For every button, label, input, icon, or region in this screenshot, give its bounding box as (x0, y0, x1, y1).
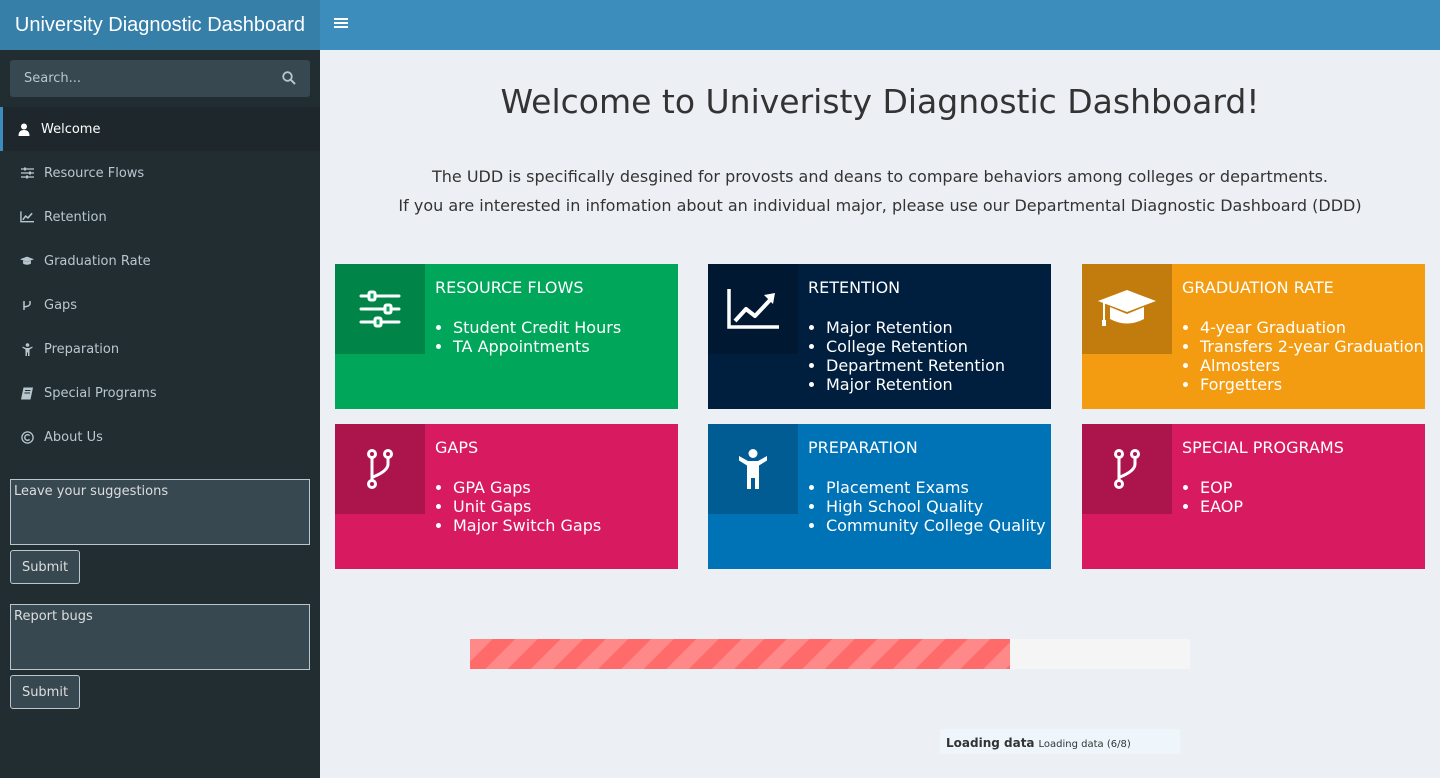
line-chart-icon (708, 264, 798, 354)
list-item: Placement Exams (826, 478, 1046, 497)
list-item: College Retention (826, 337, 1005, 356)
card-title: Graduation Rate (1182, 278, 1334, 297)
sliders-icon (20, 166, 34, 180)
list-item: 4-year Graduation (1200, 318, 1424, 337)
list-item: Major Retention (826, 318, 1005, 337)
list-item: Major Switch Gaps (453, 516, 601, 535)
line-chart-icon (20, 210, 34, 224)
card-retention[interactable]: Retention Major Retention College Retent… (708, 264, 1051, 409)
card-title: Resource Flows (435, 278, 584, 297)
submit-suggestions-button[interactable]: Submit (10, 550, 80, 584)
child-icon (20, 342, 34, 356)
list-item: Unit Gaps (453, 497, 601, 516)
list-item: Transfers 2-year Graduation (1200, 337, 1424, 356)
suggestions-textarea[interactable] (10, 479, 310, 545)
sidebar-item-about-us[interactable]: About Us (0, 415, 320, 459)
search-icon[interactable] (282, 71, 296, 85)
page-title: Welcome to Univeristy Diagnostic Dashboa… (500, 82, 1260, 121)
card-list: Major Retention College Retention Depart… (826, 318, 1005, 394)
card-gaps[interactable]: Gaps GPA Gaps Unit Gaps Major Switch Gap… (335, 424, 678, 569)
list-item: Major Retention (826, 375, 1005, 394)
intro-text: The UDD is specifically desgined for pro… (320, 162, 1440, 220)
code-fork-icon (20, 298, 34, 312)
search-box (10, 60, 310, 97)
loading-detail: Loading data (6/8) (1038, 739, 1131, 750)
sidebar-item-label: Preparation (44, 341, 120, 357)
card-list: EOP EAOP (1200, 478, 1243, 516)
card-graduation-rate[interactable]: Graduation Rate 4-year Graduation Transf… (1082, 264, 1425, 409)
sidebar-item-gaps[interactable]: Gaps (0, 283, 320, 327)
sidebar-item-label: Retention (44, 209, 107, 225)
sidebar-item-special-programs[interactable]: Special Programs (0, 371, 320, 415)
copyright-icon (20, 430, 34, 444)
card-title: Gaps (435, 438, 479, 457)
card-list: Placement Exams High School Quality Comm… (826, 478, 1046, 535)
card-title: Special Programs (1182, 438, 1344, 457)
app-title[interactable]: University Diagnostic Dashboard (0, 0, 320, 50)
list-item: High School Quality (826, 497, 1046, 516)
card-special-programs[interactable]: Special Programs EOP EAOP (1082, 424, 1425, 569)
intro-line: If you are interested in infomation abou… (398, 196, 1362, 215)
sidebar-item-label: Resource Flows (44, 165, 145, 181)
loading-notification: Loading data Loading data (6/8) (940, 729, 1180, 754)
sidebar-menu: Welcome Resource Flows Retention Graduat… (0, 107, 320, 459)
sidebar-item-retention[interactable]: Retention (0, 195, 320, 239)
progress-fill (470, 639, 1010, 669)
list-item: GPA Gaps (453, 478, 601, 497)
sidebar-item-label: Welcome (41, 121, 101, 137)
list-item: Forgetters (1200, 375, 1424, 394)
card-resource-flows[interactable]: Resource Flows Student Credit Hours TA A… (335, 264, 678, 409)
sidebar-item-welcome[interactable]: Welcome (0, 107, 320, 151)
card-list: GPA Gaps Unit Gaps Major Switch Gaps (453, 478, 601, 535)
hamburger-icon[interactable] (334, 16, 348, 34)
card-list: Student Credit Hours TA Appointments (453, 318, 621, 356)
intro-line: The UDD is specifically desgined for pro… (431, 167, 1329, 186)
list-item: EAOP (1200, 497, 1243, 516)
list-item: Student Credit Hours (453, 318, 621, 337)
user-icon (17, 122, 31, 136)
sidebar-item-preparation[interactable]: Preparation (0, 327, 320, 371)
card-preparation[interactable]: Preparation Placement Exams High School … (708, 424, 1051, 569)
loading-label: Loading data (946, 736, 1035, 750)
bug-report-textarea[interactable] (10, 604, 310, 670)
top-navbar (320, 0, 1440, 50)
loading-progress-bar (470, 639, 1190, 669)
sidebar-item-graduation-rate[interactable]: Graduation Rate (0, 239, 320, 283)
card-title: Preparation (808, 438, 918, 457)
card-title: Retention (808, 278, 901, 297)
list-item: Almosters (1200, 356, 1424, 375)
list-item: EOP (1200, 478, 1243, 497)
code-fork-icon (335, 424, 425, 514)
sidebar-item-resource-flows[interactable]: Resource Flows (0, 151, 320, 195)
sidebar-item-label: Special Programs (44, 385, 157, 401)
graduation-cap-icon (1082, 264, 1172, 354)
list-item: Department Retention (826, 356, 1005, 375)
sidebar-item-label: Gaps (44, 297, 78, 313)
sliders-icon (335, 264, 425, 354)
submit-bugs-button[interactable]: Submit (10, 675, 80, 709)
sidebar-item-label: About Us (44, 429, 103, 445)
list-item: TA Appointments (453, 337, 621, 356)
child-icon (708, 424, 798, 514)
sidebar: Welcome Resource Flows Retention Graduat… (0, 50, 320, 778)
code-fork-icon (1082, 424, 1172, 514)
search-input[interactable] (10, 60, 310, 97)
book-icon (20, 386, 34, 400)
card-list: 4-year Graduation Transfers 2-year Gradu… (1200, 318, 1424, 394)
graduation-cap-icon (20, 254, 34, 268)
sidebar-item-label: Graduation Rate (44, 253, 151, 269)
list-item: Community College Quality (826, 516, 1046, 535)
